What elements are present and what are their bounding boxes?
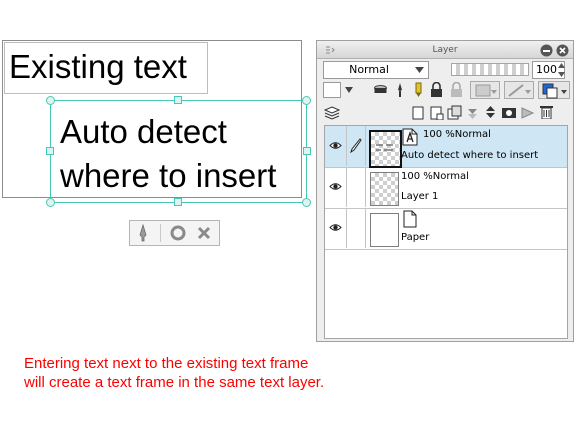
draft-layer-icon[interactable] — [411, 82, 426, 97]
layer-mode-label: 100 %Normal — [401, 171, 469, 182]
merge-down-icon[interactable] — [483, 105, 498, 120]
blend-mode-select[interactable]: Normal — [323, 61, 429, 79]
chevron-down-icon[interactable] — [345, 87, 353, 93]
layer-name: Auto detect where to insert — [401, 150, 539, 161]
blend-mode-value: Normal — [349, 63, 389, 76]
reference-layer-icon[interactable] — [393, 82, 408, 97]
new-text: Auto detect where to insert — [60, 113, 277, 194]
text-preview-icon — [376, 144, 393, 151]
opacity-value: 100 — [536, 63, 557, 76]
ruler-icon — [508, 84, 531, 97]
create-mask-icon[interactable] — [501, 105, 516, 120]
mask-button[interactable] — [470, 81, 500, 99]
caption-text: Entering text next to the existing text … — [24, 355, 325, 391]
text-tool-button[interactable] — [132, 223, 154, 243]
close-panel-icon[interactable] — [556, 44, 569, 57]
circle-icon — [170, 225, 186, 241]
resize-handle-bottom-right[interactable] — [302, 198, 311, 207]
panel-menu-icon[interactable] — [325, 45, 335, 55]
eye-icon — [329, 183, 342, 190]
opacity-slider[interactable] — [451, 63, 529, 76]
resize-handle-left[interactable] — [46, 147, 54, 155]
layer-mode-label: 100 %Normal — [423, 129, 491, 140]
chevron-down-icon — [415, 67, 424, 73]
layer-list: 100 %Normal Auto detect where to insert … — [324, 125, 568, 339]
layer-row-paper[interactable]: Paper — [325, 208, 567, 250]
resize-handle-right[interactable] — [303, 147, 311, 155]
new-raster-layer-icon[interactable] — [411, 105, 426, 120]
pen-icon — [350, 138, 362, 153]
layer-name: Layer 1 — [401, 191, 439, 202]
opacity-spinner-icon[interactable] — [557, 62, 566, 78]
resize-handle-bottom-left[interactable] — [46, 198, 55, 207]
edit-target-toggle[interactable] — [346, 126, 366, 166]
resize-handle-bottom[interactable] — [174, 198, 182, 206]
clip-layer-icon[interactable] — [373, 83, 388, 98]
existing-text: Existing text — [9, 48, 187, 85]
pen-nib-icon — [139, 223, 147, 242]
layer-row-layer-1[interactable]: 100 %Normal Layer 1 — [325, 167, 567, 209]
resize-handle-top-right[interactable] — [302, 96, 311, 105]
transfer-down-icon[interactable] — [465, 105, 480, 120]
edit-target-toggle[interactable] — [346, 167, 366, 207]
new-folder-icon[interactable] — [447, 105, 462, 120]
cancel-button[interactable] — [193, 223, 215, 243]
layer-panel: Layer Normal 100 100 %Normal Auto detect… — [316, 40, 574, 342]
minimize-icon[interactable] — [540, 44, 553, 57]
text-mini-toolbar — [129, 220, 220, 246]
layer-name: Paper — [401, 232, 430, 243]
trash-icon[interactable] — [539, 104, 554, 119]
new-vector-layer-icon[interactable] — [429, 105, 444, 120]
panel-title-label: Layer — [432, 45, 458, 55]
apply-mask-icon[interactable] — [520, 105, 535, 120]
layer-thumbnail — [369, 130, 402, 168]
layers-stack-icon[interactable] — [324, 106, 340, 120]
divider — [160, 224, 161, 242]
layer-color-button[interactable] — [538, 81, 570, 99]
text-layer-icon — [402, 128, 418, 146]
layer-thumbnail — [370, 213, 399, 247]
close-icon — [197, 226, 211, 240]
visibility-toggle[interactable] — [325, 126, 347, 166]
lock-icon[interactable] — [429, 82, 444, 97]
layer-color-swatch[interactable] — [323, 82, 341, 98]
resize-handle-top-left[interactable] — [46, 96, 55, 105]
edit-target-toggle[interactable] — [346, 208, 366, 248]
eye-icon — [329, 224, 342, 231]
layer-thumbnail — [370, 172, 399, 206]
confirm-button[interactable] — [167, 223, 189, 243]
lock-transparency-icon[interactable] — [449, 82, 464, 97]
ruler-button[interactable] — [504, 81, 534, 99]
layer-row-text[interactable]: 100 %Normal Auto detect where to insert — [325, 126, 567, 168]
visibility-toggle[interactable] — [325, 167, 347, 207]
mask-icon — [475, 84, 497, 97]
eye-icon — [329, 142, 342, 149]
resize-handle-top[interactable] — [174, 96, 182, 104]
panel-title: Layer — [317, 41, 573, 59]
paper-layer-icon — [403, 210, 417, 228]
layer-color-icon — [542, 83, 567, 99]
visibility-toggle[interactable] — [325, 208, 347, 248]
